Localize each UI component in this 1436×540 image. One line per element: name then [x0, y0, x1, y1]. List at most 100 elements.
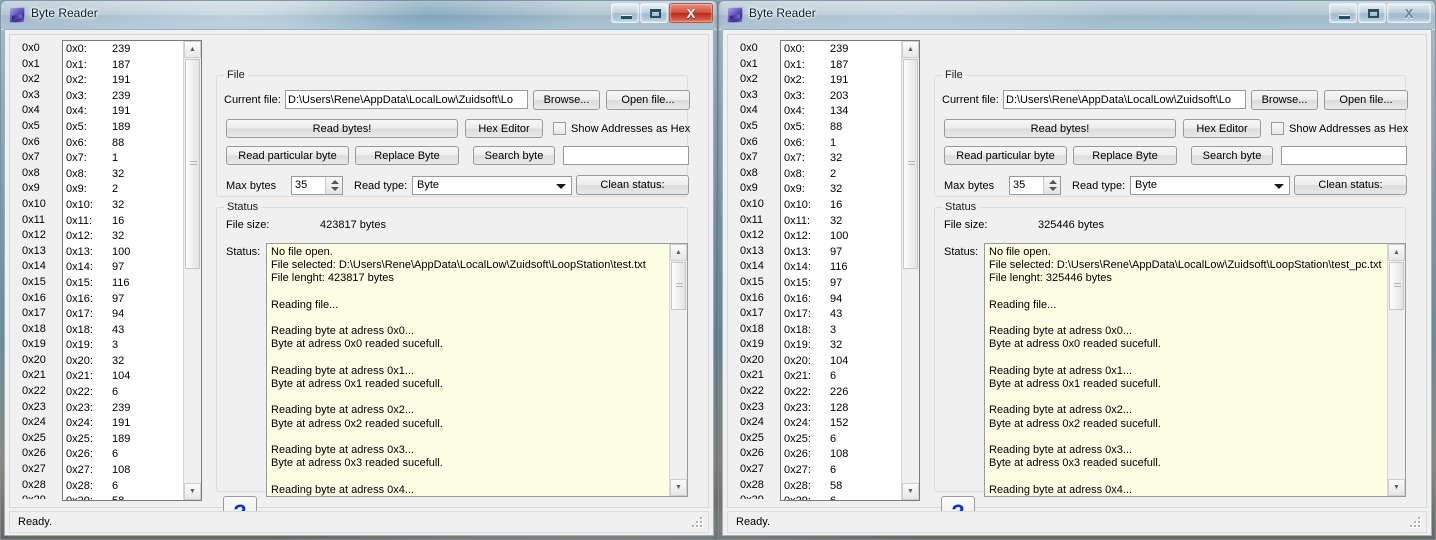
scroll-thumb[interactable]	[671, 262, 686, 310]
resize-grip-icon[interactable]	[692, 517, 704, 529]
open-file-button[interactable]: Open file...	[606, 90, 690, 110]
byte-row[interactable]: 0x6: 88	[63, 136, 184, 152]
byte-row[interactable]: 0x17: 94	[63, 307, 184, 323]
byte-row[interactable]: 0x22: 6	[63, 385, 184, 401]
open-file-button[interactable]: Open file...	[1324, 90, 1408, 110]
byte-row[interactable]: 0x18: 3	[781, 323, 902, 339]
byte-row[interactable]: 0x23: 239	[63, 401, 184, 417]
byte-row[interactable]: 0x25: 189	[63, 432, 184, 448]
byte-row[interactable]: 0x28: 6	[63, 479, 184, 495]
byte-list-left[interactable]: 0x0: 239 0x1: 187 0x2: 191 0x3: 239 0x4: 191 0x5: 1…	[62, 40, 202, 501]
replace-byte-button[interactable]: Replace Byte	[355, 146, 459, 165]
scroll-down-icon[interactable]: ▼	[670, 479, 687, 496]
status-log-scrollbar[interactable]: ▲ ▼	[669, 244, 687, 496]
browse-button[interactable]: Browse...	[533, 90, 600, 110]
titlebar-left[interactable]: Byte Reader X	[1, 1, 717, 30]
byte-row[interactable]: 0x27: 108	[63, 463, 184, 479]
scroll-up-icon[interactable]: ▲	[1388, 244, 1405, 261]
browse-button[interactable]: Browse...	[1251, 90, 1318, 110]
stepper-arrows-icon[interactable]	[325, 177, 342, 194]
byte-row[interactable]: 0x25: 6	[781, 432, 902, 448]
byte-row[interactable]: 0x4: 134	[781, 104, 902, 120]
byte-row[interactable]: 0x2: 191	[63, 73, 184, 89]
minimize-button[interactable]	[611, 3, 639, 23]
byte-row[interactable]: 0x23: 128	[781, 401, 902, 417]
resize-grip-icon[interactable]	[1410, 517, 1422, 529]
byte-row[interactable]: 0x16: 97	[63, 292, 184, 308]
clean-status-button[interactable]: Clean status:	[1294, 175, 1407, 195]
byte-row[interactable]: 0x0: 239	[781, 42, 902, 58]
close-button[interactable]: X	[669, 3, 713, 23]
byte-row[interactable]: 0x27: 6	[781, 463, 902, 479]
byte-row[interactable]: 0x11: 32	[781, 214, 902, 230]
byte-row[interactable]: 0x10: 16	[781, 198, 902, 214]
byte-row[interactable]: 0x17: 43	[781, 307, 902, 323]
scroll-down-icon[interactable]: ▼	[184, 483, 201, 500]
byte-row[interactable]: 0x11: 16	[63, 214, 184, 230]
search-value-input[interactable]	[563, 146, 689, 165]
status-log-scrollbar[interactable]: ▲ ▼	[1387, 244, 1405, 496]
byte-row[interactable]: 0x21: 104	[63, 369, 184, 385]
byte-row[interactable]: 0x7: 32	[781, 151, 902, 167]
byte-row[interactable]: 0x9: 32	[781, 182, 902, 198]
byte-row[interactable]: 0x5: 189	[63, 120, 184, 136]
byte-row[interactable]: 0x1: 187	[781, 58, 902, 74]
byte-row[interactable]: 0x18: 43	[63, 323, 184, 339]
close-button[interactable]: X	[1387, 3, 1431, 23]
scroll-up-icon[interactable]: ▲	[670, 244, 687, 261]
search-value-input[interactable]	[1281, 146, 1407, 165]
byte-row[interactable]: 0x15: 97	[781, 276, 902, 292]
window-byte-reader-left[interactable]: Byte Reader X 0x0 0x1 0x2 0x3 0x4 0x5 0x6 0x7 0x…	[0, 0, 718, 540]
read-particular-byte-button[interactable]: Read particular byte	[226, 146, 349, 165]
show-addresses-checkbox[interactable]	[1271, 122, 1284, 135]
byte-row[interactable]: 0x14: 116	[781, 260, 902, 276]
byte-row[interactable]: 0x26: 6	[63, 447, 184, 463]
byte-row[interactable]: 0x13: 100	[63, 245, 184, 261]
byte-row[interactable]: 0x12: 100	[781, 229, 902, 245]
byte-row[interactable]: 0x10: 32	[63, 198, 184, 214]
byte-row[interactable]: 0x0: 239	[63, 42, 184, 58]
scroll-up-icon[interactable]: ▲	[184, 41, 201, 58]
status-log-textarea[interactable]: No file open. File selected: D:\Users\Re…	[266, 243, 688, 497]
byte-row[interactable]: 0x7: 1	[63, 151, 184, 167]
byte-row[interactable]: 0x29:6	[781, 494, 902, 500]
titlebar-right[interactable]: Byte Reader X	[719, 1, 1435, 30]
byte-row[interactable]: 0x2: 191	[781, 73, 902, 89]
byte-row[interactable]: 0x13: 97	[781, 245, 902, 261]
byte-list-right[interactable]: 0x0: 239 0x1: 187 0x2: 191 0x3: 203 0x4: 134 0x5: 8…	[780, 40, 920, 501]
max-bytes-stepper[interactable]: 35	[1009, 176, 1061, 195]
byte-row[interactable]: 0x8: 32	[63, 167, 184, 183]
byte-row[interactable]: 0x19: 3	[63, 338, 184, 354]
byte-row[interactable]: 0x22: 226	[781, 385, 902, 401]
byte-row[interactable]: 0x14: 97	[63, 260, 184, 276]
byte-row[interactable]: 0x24: 191	[63, 416, 184, 432]
maximize-button[interactable]	[640, 3, 668, 23]
read-type-select[interactable]: Byte	[1130, 176, 1290, 195]
window-byte-reader-right[interactable]: Byte Reader X 0x0 0x1 0x2 0x3 0x4 0x5 0x6 0x7 0x…	[718, 0, 1436, 540]
byte-row[interactable]: 0x29:58	[63, 494, 184, 500]
show-addresses-checkbox[interactable]	[553, 122, 566, 135]
byte-row[interactable]: 0x19: 32	[781, 338, 902, 354]
read-bytes-button[interactable]: Read bytes!	[226, 119, 458, 138]
byte-row[interactable]: 0x1: 187	[63, 58, 184, 74]
byte-row[interactable]: 0x12: 32	[63, 229, 184, 245]
byte-row[interactable]: 0x8: 2	[781, 167, 902, 183]
hex-editor-button[interactable]: Hex Editor	[1183, 119, 1261, 138]
maximize-button[interactable]	[1358, 3, 1386, 23]
byte-row[interactable]: 0x20: 104	[781, 354, 902, 370]
current-file-input[interactable]	[285, 90, 528, 109]
scroll-down-icon[interactable]: ▼	[902, 483, 919, 500]
read-particular-byte-button[interactable]: Read particular byte	[944, 146, 1067, 165]
search-byte-button[interactable]: Search byte	[1191, 146, 1273, 165]
search-byte-button[interactable]: Search byte	[473, 146, 555, 165]
replace-byte-button[interactable]: Replace Byte	[1073, 146, 1177, 165]
hex-editor-button[interactable]: Hex Editor	[465, 119, 543, 138]
byte-row[interactable]: 0x9: 2	[63, 182, 184, 198]
byte-list-scrollbar[interactable]: ▲ ▼	[183, 41, 201, 500]
byte-row[interactable]: 0x26: 108	[781, 447, 902, 463]
byte-row[interactable]: 0x3: 239	[63, 89, 184, 105]
byte-row[interactable]: 0x24: 152	[781, 416, 902, 432]
minimize-button[interactable]	[1329, 3, 1357, 23]
byte-row[interactable]: 0x20: 32	[63, 354, 184, 370]
byte-row[interactable]: 0x4: 191	[63, 104, 184, 120]
